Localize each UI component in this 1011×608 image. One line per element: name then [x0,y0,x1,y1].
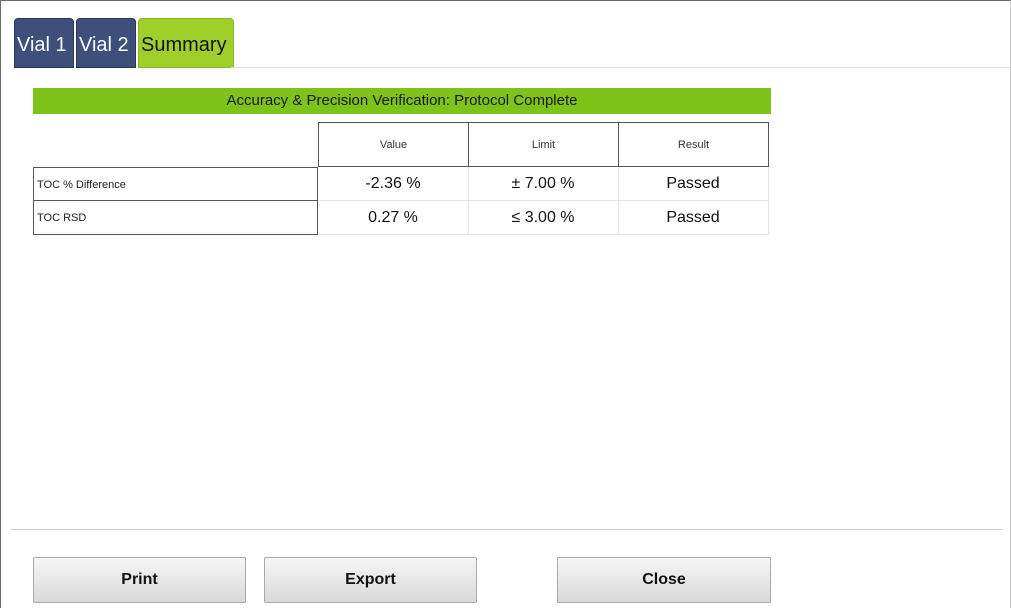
row-value-toc-difference: -2.36 % [318,167,469,201]
row-limit-toc-difference: ± 7.00 % [468,167,619,201]
row-limit-toc-rsd: ≤ 3.00 % [468,201,619,235]
tab-summary[interactable]: Summary [138,18,234,68]
close-button[interactable]: Close [557,557,771,603]
footer-divider [11,529,1003,530]
row-result-toc-rsd: Passed [618,201,769,235]
row-label-toc-difference: TOC % Difference [33,167,318,201]
column-header-limit: Limit [468,122,619,167]
row-result-toc-difference: Passed [618,167,769,201]
tab-underline [231,67,1011,68]
summary-window: Vial 1 Vial 2 Summary Accuracy & Precisi… [0,0,1011,608]
column-header-result: Result [618,122,769,167]
tab-vial-2[interactable]: Vial 2 [76,18,136,68]
tab-vial-1[interactable]: Vial 1 [14,18,74,68]
row-value-toc-rsd: 0.27 % [318,201,469,235]
print-button[interactable]: Print [33,557,246,603]
column-header-value: Value [318,122,469,167]
status-banner: Accuracy & Precision Verification: Proto… [33,88,771,114]
export-button[interactable]: Export [264,557,477,603]
row-label-toc-rsd: TOC RSD [33,201,318,235]
